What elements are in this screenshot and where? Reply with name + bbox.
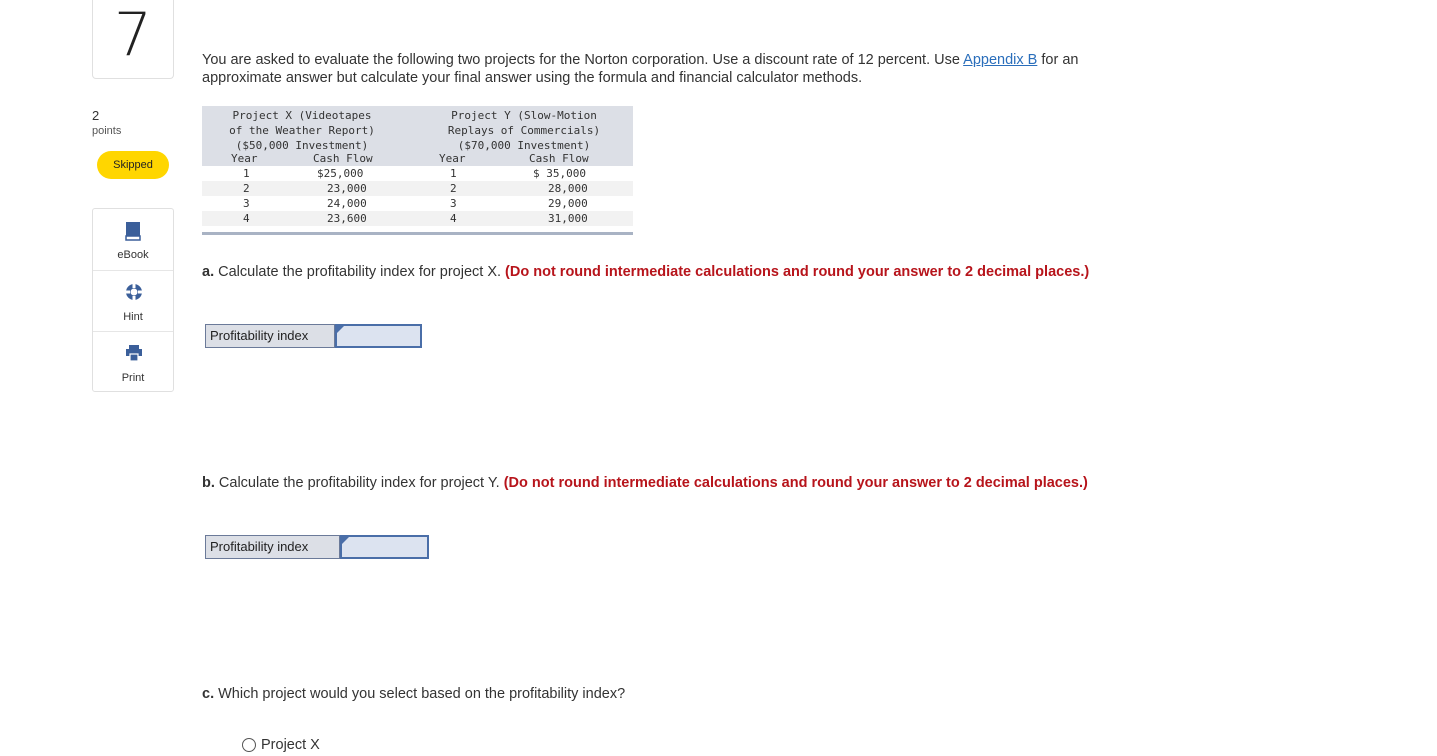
table-bottom-rule bbox=[202, 226, 633, 235]
project-y-header: Project Y (Slow-Motion Replays of Commer… bbox=[434, 108, 614, 153]
part-b-answer-input[interactable] bbox=[340, 535, 429, 559]
project-x-option-label: Project X bbox=[261, 737, 320, 753]
y-cashflow: 28,000 bbox=[548, 182, 588, 195]
y-year: 1 bbox=[450, 167, 457, 180]
printer-icon bbox=[126, 345, 142, 362]
y-year: 3 bbox=[450, 197, 457, 210]
x-cashflow: 24,000 bbox=[327, 197, 367, 210]
part-a-answer-label: Profitability index bbox=[205, 324, 335, 348]
y-year: 2 bbox=[450, 182, 457, 195]
part-c-question: c. Which project would you select based … bbox=[202, 685, 1102, 703]
x-year-header: Year bbox=[231, 152, 258, 165]
print-button[interactable]: Print bbox=[93, 331, 173, 392]
project-x-option[interactable]: Project X bbox=[242, 737, 320, 753]
part-c-letter: c. bbox=[202, 686, 215, 702]
y-cashflow: 29,000 bbox=[548, 197, 588, 210]
table-header: Project X (Videotapes of the Weather Rep… bbox=[202, 106, 633, 166]
part-a-question: a. Calculate the profitability index for… bbox=[202, 263, 1102, 281]
x-cashflow: $25,000 bbox=[317, 167, 364, 180]
hint-button[interactable]: Hint bbox=[93, 270, 173, 331]
x-year: 2 bbox=[243, 182, 250, 195]
part-b-question: b. Calculate the profitability index for… bbox=[202, 474, 1102, 492]
radio-button[interactable] bbox=[242, 738, 256, 752]
y-cashflow-header: Cash Flow bbox=[529, 152, 589, 165]
part-b-text: Calculate the profitability index for pr… bbox=[214, 475, 504, 491]
part-a-answer-input[interactable] bbox=[335, 324, 422, 348]
projects-table: Project X (Videotapes of the Weather Rep… bbox=[202, 106, 633, 235]
x-cashflow-header: Cash Flow bbox=[313, 152, 373, 165]
project-y-title-line2: Replays of Commercials) bbox=[447, 124, 601, 137]
project-y-title-line1: Project Y (Slow-Motion bbox=[451, 109, 597, 122]
book-icon bbox=[125, 222, 141, 241]
status-badge: Skipped bbox=[97, 151, 169, 179]
project-x-title-line2: of the Weather Report) bbox=[229, 124, 375, 137]
flag-icon bbox=[337, 326, 344, 333]
part-b-instruction: (Do not round intermediate calculations … bbox=[503, 475, 1088, 491]
question-intro: You are asked to evaluate the following … bbox=[202, 51, 1162, 87]
y-year: 4 bbox=[450, 212, 457, 225]
x-year: 4 bbox=[243, 212, 250, 225]
print-label: Print bbox=[121, 372, 145, 384]
table-row: 2 23,000 2 28,000 bbox=[202, 181, 633, 196]
flag-icon bbox=[342, 537, 349, 544]
part-a-letter: a. bbox=[202, 264, 215, 280]
x-cashflow: 23,000 bbox=[327, 182, 367, 195]
question-number-box: 7 bbox=[92, 0, 174, 79]
tools-panel: eBook Hint Print bbox=[92, 208, 174, 392]
part-b-answer-label: Profitability index bbox=[205, 535, 340, 559]
part-a-instruction: (Do not round intermediate calculations … bbox=[505, 264, 1090, 280]
project-x-header: Project X (Videotapes of the Weather Rep… bbox=[216, 108, 388, 153]
intro-text: You are asked to evaluate the following … bbox=[202, 52, 964, 68]
table-row: 3 24,000 3 29,000 bbox=[202, 196, 633, 211]
project-x-title-line1: Project X (Videotapes bbox=[232, 109, 372, 122]
ebook-label: eBook bbox=[117, 249, 149, 261]
table-row: 1 $25,000 1 $ 35,000 bbox=[202, 166, 633, 181]
ebook-button[interactable]: eBook bbox=[93, 209, 173, 269]
part-b-answer-row: Profitability index bbox=[205, 535, 429, 559]
hint-label: Hint bbox=[123, 311, 143, 323]
points-label: points bbox=[92, 125, 122, 137]
appendix-link[interactable]: Appendix B bbox=[963, 52, 1037, 68]
part-a-answer-row: Profitability index bbox=[205, 324, 422, 348]
x-cashflow: 23,600 bbox=[327, 212, 367, 225]
y-year-header: Year bbox=[439, 152, 466, 165]
x-year: 3 bbox=[243, 197, 250, 210]
points-value: 2 bbox=[92, 108, 100, 123]
y-cashflow: $ 35,000 bbox=[533, 167, 586, 180]
part-a-text: Calculate the profitability index for pr… bbox=[214, 264, 506, 280]
part-b-letter: b. bbox=[202, 475, 215, 491]
table-row: 4 23,600 4 31,000 bbox=[202, 211, 633, 226]
lifebuoy-icon bbox=[126, 284, 142, 300]
question-number: 7 bbox=[113, 0, 153, 70]
x-year: 1 bbox=[243, 167, 250, 180]
part-c-text: Which project would you select based on … bbox=[214, 686, 626, 702]
y-cashflow: 31,000 bbox=[548, 212, 588, 225]
